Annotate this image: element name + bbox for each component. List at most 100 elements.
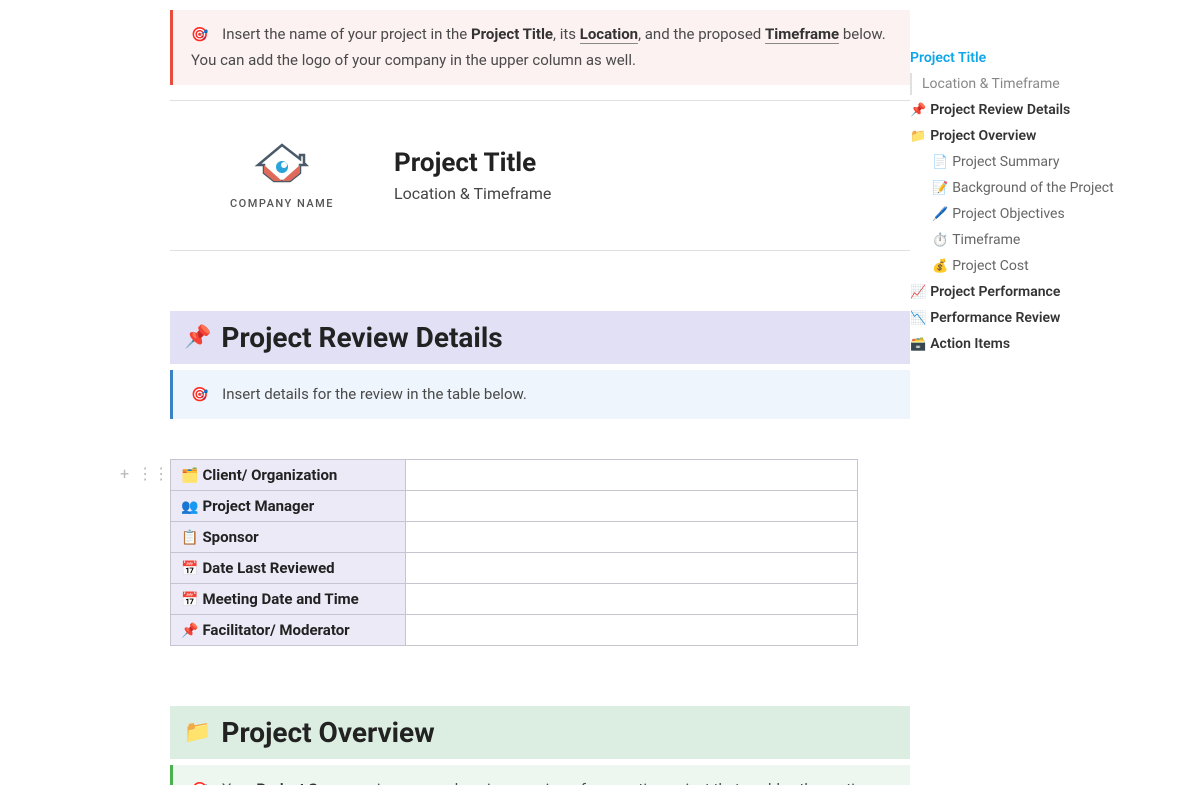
row-value-cell[interactable] [406,552,858,583]
review-heading: Project Review Details [221,321,502,354]
row-icon: 📋 [181,530,198,546]
toc-icon: 📄 [932,155,948,170]
logo-column: COMPANY NAME [230,141,334,210]
drag-handle-icon[interactable]: ⋮⋮ [137,464,169,483]
content-area: 🎯 Insert the name of your project in the… [170,10,910,785]
toc-icon: 💰 [932,259,948,274]
toc-icon: 🖊️ [932,207,948,222]
row-icon: 🗂️ [181,468,198,484]
table-row[interactable]: 📌Facilitator/ Moderator [171,614,858,645]
row-value-cell[interactable] [406,583,858,614]
row-icon: 📌 [181,623,198,639]
pushpin-icon: 📌 [184,325,211,350]
toc-item[interactable]: 📈 Project Performance [910,279,1190,305]
callout-overview: 🎯 Your Project Summary is a comprehensiv… [170,765,910,785]
toc-label: Project Overview [930,128,1036,144]
callout-overview-bold: Project Summary [256,780,373,785]
row-label-cell: 📌Facilitator/ Moderator [171,614,406,645]
table-of-contents: Project Title Location & Timeframe 📌 Projec… [910,0,1200,785]
company-logo-icon [250,141,314,189]
table-row[interactable]: 📅Meeting Date and Time [171,583,858,614]
toc-label: Project Review Details [930,102,1070,118]
toc-item[interactable]: 📁 Project Overview [910,123,1190,149]
toc-label: Action Items [930,336,1010,352]
table-row[interactable]: 📅Date Last Reviewed [171,552,858,583]
table-row[interactable]: 🗂️Client/ Organization [171,459,858,490]
row-label-cell: 📅Meeting Date and Time [171,583,406,614]
main-document: 🎯 Insert the name of your project in the… [0,0,910,785]
toc-icon: ⏱️ [932,233,948,248]
folder-icon: 📁 [184,720,211,745]
title-block: COMPANY NAME Project Title Location & Ti… [170,101,910,250]
row-value-cell[interactable] [406,459,858,490]
row-label: Date Last Reviewed [202,559,334,577]
title-text-block: Project Title Location & Timeframe [394,148,551,203]
toc-icon: 📌 [910,103,926,118]
callout-overview-prefix: Your [222,780,256,785]
section-header-overview: 📁 Project Overview [170,706,910,759]
toc-icon: 📝 [932,181,948,196]
toc-item[interactable]: ⏱️ Timeframe [910,227,1190,253]
target-icon: 🎯 [191,24,208,48]
toc-item[interactable]: 📉 Performance Review [910,305,1190,331]
toc-label: Location & Timeframe [922,76,1060,92]
table-row-controls[interactable]: + ⋮⋮ [120,464,169,483]
toc-item[interactable]: Location & Timeframe [910,73,1190,95]
row-icon: 📅 [181,592,198,608]
row-value-cell[interactable] [406,521,858,552]
toc-label: Timeframe [952,232,1020,248]
toc-item[interactable]: 🗃️ Action Items [910,331,1190,357]
table-wrapper: + ⋮⋮ 🗂️Client/ Organization👥Project Mana… [170,459,910,646]
callout-text-2: , its [553,25,580,43]
toc-icon: 🗃️ [910,337,926,352]
toc-label: Project Objectives [952,206,1065,222]
company-name: COMPANY NAME [230,197,334,210]
row-label-cell: 🗂️Client/ Organization [171,459,406,490]
toc-item[interactable]: Project Title [910,45,1190,71]
toc-icon: 📉 [910,311,926,326]
row-label: Meeting Date and Time [202,590,358,608]
toc-icon: 📈 [910,285,926,300]
row-value-cell[interactable] [406,490,858,521]
row-icon: 👥 [181,499,198,515]
callout-bold-2: Location [580,25,638,44]
callout-bold-3: Timeframe [765,25,839,44]
table-row[interactable]: 📋Sponsor [171,521,858,552]
row-label: Facilitator/ Moderator [202,621,349,639]
toc-icon: 📁 [910,129,926,144]
divider [170,250,910,251]
target-icon: 🎯 [191,384,208,406]
toc-label: Project Cost [952,258,1028,274]
callout-text-3: , and the proposed [638,25,765,43]
toc-item[interactable]: 🖊️ Project Objectives [910,201,1190,227]
callout-review: 🎯 Insert details for the review in the t… [170,370,910,418]
row-label: Project Manager [202,497,314,515]
callout-text-1: Insert the name of your project in the [222,25,471,43]
project-title[interactable]: Project Title [394,148,551,178]
section-header-review: 📌 Project Review Details [170,311,910,364]
toc-label: Performance Review [930,310,1060,326]
callout-bold-1: Project Title [471,25,553,43]
toc-item[interactable]: 💰 Project Cost [910,253,1190,279]
table-row[interactable]: 👥Project Manager [171,490,858,521]
row-label: Client/ Organization [202,466,337,484]
toc-label: Project Title [910,50,986,66]
row-label-cell: 👥Project Manager [171,490,406,521]
plus-icon[interactable]: + [120,464,129,483]
row-label-cell: 📅Date Last Reviewed [171,552,406,583]
review-details-table[interactable]: 🗂️Client/ Organization👥Project Manager📋S… [170,459,858,646]
toc-item[interactable]: 📝 Background of the Project [910,175,1190,201]
project-subtitle[interactable]: Location & Timeframe [394,184,551,203]
toc-label: Project Summary [952,154,1059,170]
overview-heading: Project Overview [221,716,434,749]
callout-instructions: 🎯 Insert the name of your project in the… [170,10,910,85]
toc-label: Project Performance [930,284,1060,300]
toc-item[interactable]: 📌 Project Review Details [910,97,1190,123]
callout-review-text: Insert details for the review in the tab… [222,385,527,403]
row-value-cell[interactable] [406,614,858,645]
row-label: Sponsor [202,528,258,546]
toc-label: Background of the Project [952,180,1114,196]
target-icon: 🎯 [191,779,208,785]
toc-item[interactable]: 📄 Project Summary [910,149,1190,175]
row-label-cell: 📋Sponsor [171,521,406,552]
